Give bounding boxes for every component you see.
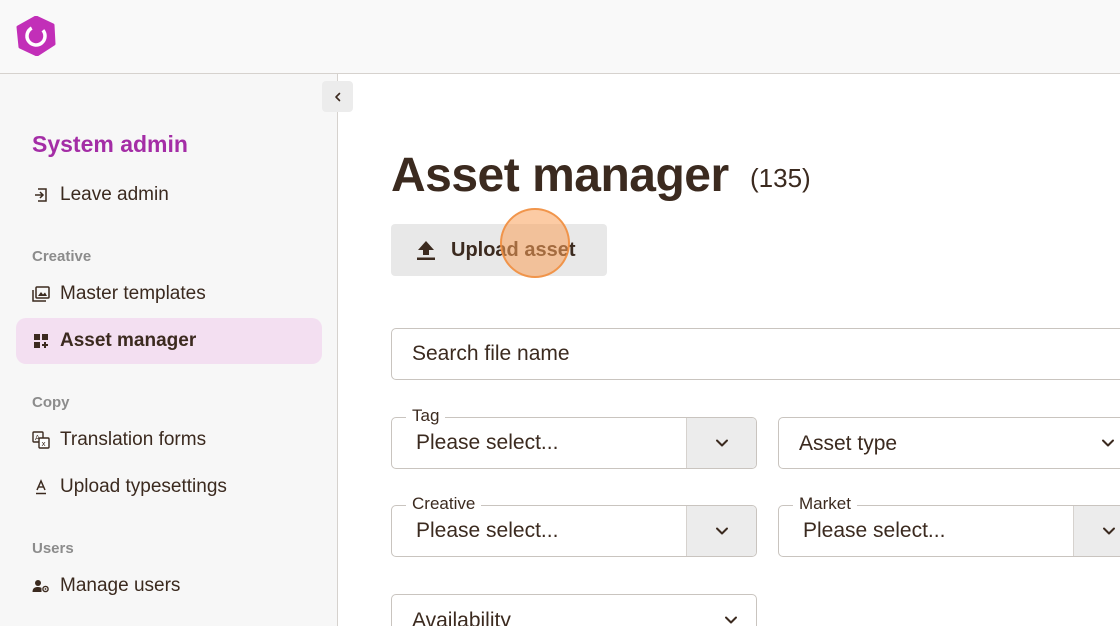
chevron-down-icon: [715, 527, 728, 535]
creative-select[interactable]: Creative Please select...: [391, 494, 757, 557]
section-label-users: Users: [32, 540, 74, 557]
availability-value: Availability: [412, 609, 511, 626]
sidebar-item-asset-manager[interactable]: Asset manager: [16, 318, 322, 364]
asset-type-select[interactable]: Asset type: [778, 417, 1120, 469]
chevron-down-icon: [722, 611, 740, 626]
sidebar-title: System admin: [32, 131, 188, 157]
collapse-sidebar-button[interactable]: [322, 81, 353, 112]
sidebar-item-label: Manage users: [60, 575, 181, 596]
market-dropdown-toggle[interactable]: [1073, 506, 1120, 556]
sidebar-item-label: Translation forms: [60, 429, 207, 450]
section-label-creative: Creative: [32, 248, 92, 265]
logout-icon: [32, 186, 50, 204]
upload-icon: [417, 241, 435, 260]
upload-asset-label: Upload asset: [451, 238, 576, 261]
sidebar-item-master-templates[interactable]: Master templates: [16, 271, 322, 317]
section-label-copy: Copy: [32, 394, 70, 411]
svg-text:x: x: [42, 440, 46, 448]
image-gallery-icon: [32, 285, 50, 303]
top-bar: [0, 0, 1120, 74]
creative-label: Creative: [406, 494, 482, 514]
sidebar-item-upload-typesettings[interactable]: Upload typesettings: [16, 464, 322, 510]
page-title: Asset manager: [391, 149, 729, 202]
chevron-down-icon: [1099, 434, 1117, 452]
market-value: Please select...: [803, 519, 946, 542]
asset-count: (135): [750, 163, 811, 193]
dashboard-add-icon: [32, 332, 50, 350]
market-label: Market: [793, 494, 857, 514]
app-logo[interactable]: [16, 16, 56, 56]
search-file-input[interactable]: [391, 328, 1120, 380]
sidebar-item-translation-forms[interactable]: A x Translation forms: [16, 417, 322, 463]
tag-select[interactable]: Tag Please select...: [391, 406, 757, 469]
chevron-left-icon: [334, 92, 340, 101]
sidebar-item-label: Master templates: [60, 283, 206, 304]
sidebar-item-manage-users[interactable]: Manage users: [16, 563, 322, 609]
translate-icon: A x: [32, 431, 50, 449]
sidebar-item-leave-admin[interactable]: Leave admin: [16, 172, 322, 218]
svg-text:A: A: [35, 434, 40, 442]
sidebar-item-label: Upload typesettings: [60, 476, 227, 497]
tag-label: Tag: [406, 406, 446, 426]
chevron-down-icon: [715, 439, 728, 447]
text-format-icon: [32, 478, 50, 496]
asset-type-value: Asset type: [799, 432, 898, 455]
chevron-down-icon: [1102, 527, 1115, 535]
sidebar-item-label: Asset manager: [60, 330, 197, 351]
sidebar-item-label: Leave admin: [60, 184, 169, 205]
tag-dropdown-toggle[interactable]: [686, 418, 756, 468]
creative-value: Please select...: [416, 519, 559, 542]
market-select[interactable]: Market Please select...: [778, 494, 1120, 557]
availability-select[interactable]: Availability: [391, 594, 757, 626]
creative-dropdown-toggle[interactable]: [686, 506, 756, 556]
manage-accounts-icon: [32, 577, 50, 595]
tag-value: Please select...: [416, 431, 559, 454]
upload-asset-button[interactable]: Upload asset: [391, 224, 607, 276]
